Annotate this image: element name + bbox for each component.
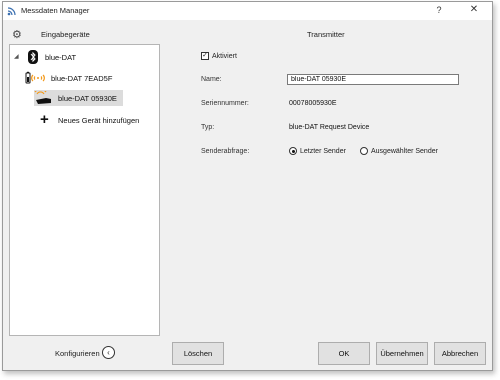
plus-icon: +	[40, 111, 49, 128]
tree-item-blue-dat-05930e[interactable]: blue-DAT 05930E	[34, 90, 123, 106]
bluetooth-icon	[28, 50, 38, 64]
hand-signal-icon	[34, 91, 51, 104]
close-button[interactable]: ✕	[468, 4, 480, 15]
collapse-arrow-icon[interactable]: ◢	[14, 53, 19, 60]
radio-button[interactable]	[360, 147, 368, 155]
type-value: blue-DAT Request Device	[289, 124, 370, 131]
add-device-item[interactable]: + Neues Gerät hinzufügen	[40, 112, 139, 128]
serial-value: 00078005930E	[289, 100, 337, 107]
radio-selected-sender[interactable]: Ausgewählter Sender	[360, 147, 438, 155]
activated-checkbox[interactable]: ✓	[201, 52, 209, 60]
transmitter-header: Transmitter	[307, 30, 345, 39]
chevron-left-icon: ‹	[107, 348, 110, 357]
apply-button[interactable]: Übernehmen	[376, 342, 428, 365]
configure-label: Konfigurieren	[55, 349, 100, 358]
activated-label: Aktiviert	[212, 52, 237, 60]
cancel-button[interactable]: Abbrechen	[434, 342, 486, 365]
activated-checkbox-row[interactable]: ✓ Aktiviert	[201, 52, 237, 60]
help-button[interactable]: ?	[433, 5, 445, 15]
radio-last-sender-label: Letzter Sender	[300, 147, 346, 155]
type-label: Typ:	[201, 124, 215, 131]
tree-item-label: blue-DAT 05930E	[58, 93, 117, 103]
messdaten-manager-window: Messdaten Manager ? ✕ ⚙ Eingabegeräte Tr…	[2, 1, 493, 371]
input-devices-header: Eingabegeräte	[41, 30, 90, 39]
tree-item-label: blue-DAT	[45, 52, 77, 62]
title-bar: Messdaten Manager ? ✕	[3, 2, 492, 20]
tree-item-label: blue-DAT 7EAD5F	[51, 73, 113, 83]
radio-button-selected[interactable]	[289, 147, 297, 155]
device-tree: ◢ blue-DAT blue-DAT 7EAD5F blue-DAT 0593…	[9, 44, 160, 336]
name-label: Name:	[201, 76, 222, 83]
radio-last-sender[interactable]: Letzter Sender	[289, 147, 346, 155]
serial-label: Seriennummer:	[201, 100, 249, 107]
add-device-label: Neues Gerät hinzufügen	[58, 115, 140, 125]
tree-item-blue-dat[interactable]: blue-DAT	[28, 49, 76, 65]
battery-wireless-icon	[25, 71, 45, 84]
ok-button[interactable]: OK	[318, 342, 370, 365]
name-input[interactable]	[287, 74, 459, 85]
checkmark-icon: ✓	[202, 52, 208, 59]
delete-button[interactable]: Löschen	[172, 342, 224, 365]
radio-selected-sender-label: Ausgewählter Sender	[371, 147, 438, 155]
tree-item-blue-dat-7ead5f[interactable]: blue-DAT 7EAD5F	[25, 70, 112, 86]
gear-icon[interactable]: ⚙	[12, 28, 22, 41]
window-title: Messdaten Manager	[21, 6, 90, 15]
sender-query-label: Senderabfrage:	[201, 148, 250, 155]
app-signal-icon	[7, 7, 16, 16]
configure-collapse-button[interactable]: ‹	[102, 346, 115, 359]
